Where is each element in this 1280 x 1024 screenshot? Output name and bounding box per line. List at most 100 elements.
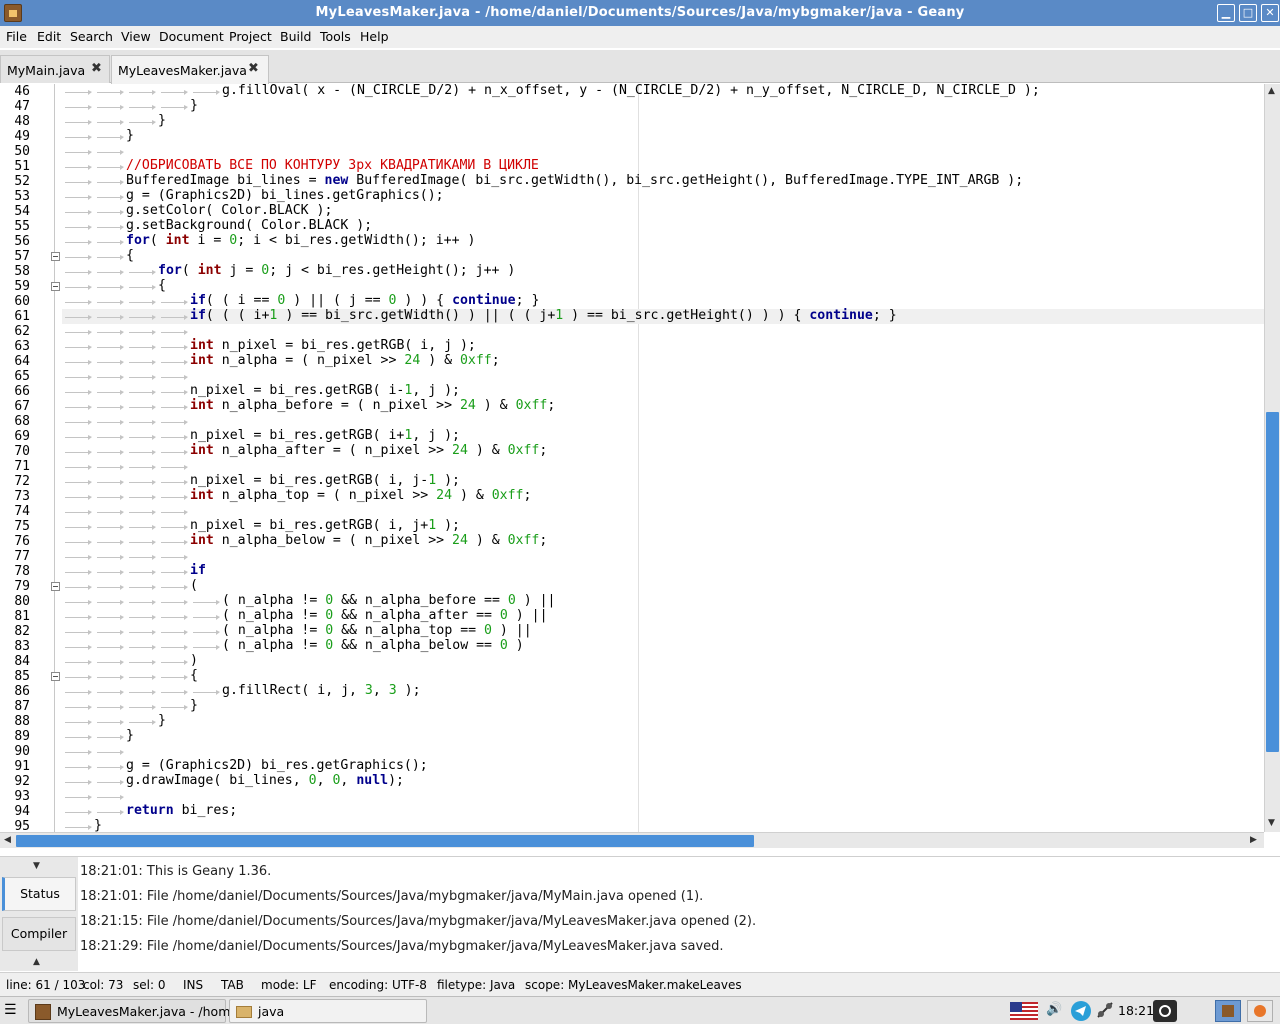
menu-list-icon[interactable]: ☰: [4, 1002, 17, 1018]
code-line[interactable]: if: [190, 563, 206, 578]
code-line[interactable]: if( ( ( i+1 ) == bi_src.getWidth() ) || …: [190, 308, 897, 323]
code-line[interactable]: g = (Graphics2D) bi_lines.getGraphics();: [126, 188, 444, 203]
horizontal-scrollbar[interactable]: ◀ ▶: [0, 832, 1264, 848]
scroll-down-arrow-icon[interactable]: ▼: [1268, 818, 1275, 828]
line-number: 71: [14, 459, 30, 474]
tab-compiler[interactable]: Compiler: [2, 917, 76, 951]
code-line[interactable]: }: [94, 818, 102, 832]
code-line[interactable]: }: [158, 113, 166, 128]
menu-view[interactable]: View: [121, 29, 151, 44]
code-line[interactable]: g.setColor( Color.BLACK );: [126, 203, 332, 218]
volume-icon[interactable]: 🔊: [1046, 1002, 1062, 1017]
code-line[interactable]: n_pixel = bi_res.getRGB( i+1, j );: [190, 428, 460, 443]
code-line[interactable]: g.fillRect( i, j, 3, 3 );: [222, 683, 421, 698]
fold-toggle-icon[interactable]: [51, 672, 60, 681]
code-line[interactable]: int n_alpha_after = ( n_pixel >> 24 ) & …: [190, 443, 547, 458]
code-line[interactable]: {: [190, 668, 198, 683]
menu-file[interactable]: File: [6, 29, 27, 44]
fold-toggle-icon[interactable]: [51, 282, 60, 291]
line-number: 92: [14, 774, 30, 789]
status-message[interactable]: 18:21:29: File /home/daniel/Documents/So…: [80, 939, 724, 954]
menu-build[interactable]: Build: [280, 29, 311, 44]
menu-edit[interactable]: Edit: [37, 29, 61, 44]
menu-tools[interactable]: Tools: [320, 29, 351, 44]
scroll-right-arrow-icon[interactable]: ▶: [1250, 835, 1257, 845]
fold-toggle-icon[interactable]: [51, 582, 60, 591]
fold-toggle-icon[interactable]: [51, 252, 60, 261]
tabs-scroll-up-icon[interactable]: ▼: [33, 861, 40, 871]
clock[interactable]: 18:21: [1118, 1003, 1154, 1018]
code-line[interactable]: if( ( i == 0 ) || ( j == 0 ) ) { continu…: [190, 293, 539, 308]
tab-whitespace-marker: [97, 420, 124, 425]
tabs-scroll-down-icon[interactable]: ▲: [33, 957, 40, 967]
screenshot-tool-icon[interactable]: [1153, 1000, 1177, 1022]
desktop-switch-firefox-icon[interactable]: [1247, 1000, 1273, 1022]
code-line[interactable]: n_pixel = bi_res.getRGB( i, j-1 );: [190, 473, 460, 488]
tab-whitespace-marker: [129, 330, 156, 335]
minimize-button[interactable]: ▁: [1217, 4, 1235, 22]
tab-close-icon[interactable]: ✖: [248, 61, 259, 76]
code-line[interactable]: //ОБРИСОВАТЬ ВСЕ ПО КОНТУРУ 3px КВАДРАТИ…: [126, 158, 539, 173]
menu-search[interactable]: Search: [70, 29, 113, 44]
close-window-button[interactable]: ✕: [1261, 4, 1279, 22]
code-line[interactable]: g.setBackground( Color.BLACK );: [126, 218, 372, 233]
tab-mymain-java[interactable]: MyMain.java ✖: [0, 55, 110, 83]
code-line[interactable]: ( n_alpha != 0 && n_alpha_top == 0 ) ||: [222, 623, 532, 638]
code-line[interactable]: ( n_alpha != 0 && n_alpha_after == 0 ) |…: [222, 608, 548, 623]
telegram-icon[interactable]: [1070, 1000, 1092, 1022]
menu-help[interactable]: Help: [360, 29, 389, 44]
code-line[interactable]: }: [126, 728, 134, 743]
code-line[interactable]: int n_alpha = ( n_pixel >> 24 ) & 0xff;: [190, 353, 500, 368]
line-number: 66: [14, 384, 30, 399]
vertical-scroll-thumb[interactable]: [1266, 412, 1279, 752]
code-line[interactable]: n_pixel = bi_res.getRGB( i, j+1 );: [190, 518, 460, 533]
code-line[interactable]: return bi_res;: [126, 803, 237, 818]
code-line[interactable]: for( int i = 0; i < bi_res.getWidth(); i…: [126, 233, 475, 248]
scroll-up-arrow-icon[interactable]: ▲: [1268, 86, 1275, 96]
status-message[interactable]: 18:21:01: File /home/daniel/Documents/So…: [80, 889, 703, 904]
status-encoding: encoding: UTF-8: [329, 978, 427, 992]
code-line[interactable]: int n_alpha_before = ( n_pixel >> 24 ) &…: [190, 398, 555, 413]
menu-document[interactable]: Document: [159, 29, 224, 44]
code-line[interactable]: g = (Graphics2D) bi_res.getGraphics();: [126, 758, 428, 773]
status-message[interactable]: 18:21:01: This is Geany 1.36.: [80, 864, 271, 879]
tab-myleavesmaker-java[interactable]: MyLeavesMaker.java ✖: [111, 55, 269, 84]
code-line[interactable]: }: [126, 128, 134, 143]
code-line[interactable]: BufferedImage bi_lines = new BufferedIma…: [126, 173, 1023, 188]
code-line[interactable]: g.fillOval( x - (N_CIRCLE_D/2) + n_x_off…: [222, 84, 1040, 98]
code-line[interactable]: int n_alpha_top = ( n_pixel >> 24 ) & 0x…: [190, 488, 531, 503]
code-line[interactable]: }: [190, 698, 198, 713]
us-flag-icon[interactable]: [1010, 1002, 1038, 1022]
desktop-switch-geany-icon[interactable]: [1215, 1000, 1241, 1022]
code-line[interactable]: (: [190, 578, 198, 593]
code-line[interactable]: ( n_alpha != 0 && n_alpha_below == 0 ): [222, 638, 524, 653]
taskbar-item-folder[interactable]: java: [229, 999, 427, 1023]
network-icon[interactable]: [1095, 1000, 1115, 1020]
code-line[interactable]: for( int j = 0; j < bi_res.getHeight(); …: [158, 263, 515, 278]
line-number: 65: [14, 369, 30, 384]
tab-close-icon[interactable]: ✖: [91, 61, 102, 76]
tab-whitespace-marker: [129, 450, 156, 455]
scroll-left-arrow-icon[interactable]: ◀: [4, 835, 11, 845]
tab-status[interactable]: Status: [2, 877, 76, 911]
code-line[interactable]: {: [158, 278, 166, 293]
maximize-button[interactable]: □: [1239, 4, 1257, 22]
status-message[interactable]: 18:21:15: File /home/daniel/Documents/So…: [80, 914, 756, 929]
code-line[interactable]: }: [190, 98, 198, 113]
code-editor[interactable]: 46 g.fillOval( x - (N_CIRCLE_D/2) + n_x_o…: [0, 84, 1264, 832]
tab-whitespace-marker: [65, 630, 92, 635]
vertical-scrollbar[interactable]: ▲ ▼: [1264, 84, 1280, 832]
code-line[interactable]: }: [158, 713, 166, 728]
taskbar-item-geany[interactable]: MyLeavesMaker.java - /hom...: [28, 999, 242, 1023]
menu-project[interactable]: Project: [229, 29, 272, 44]
code-line[interactable]: ): [190, 653, 198, 668]
code-line[interactable]: g.drawImage( bi_lines, 0, 0, null);: [126, 773, 404, 788]
code-line[interactable]: n_pixel = bi_res.getRGB( i-1, j );: [190, 383, 460, 398]
code-line[interactable]: int n_alpha_below = ( n_pixel >> 24 ) & …: [190, 533, 547, 548]
line-number: 68: [14, 414, 30, 429]
code-line[interactable]: int n_pixel = bi_res.getRGB( i, j );: [190, 338, 476, 353]
tab-whitespace-marker: [161, 435, 188, 440]
code-line[interactable]: {: [126, 248, 134, 263]
code-line[interactable]: ( n_alpha != 0 && n_alpha_before == 0 ) …: [222, 593, 556, 608]
horizontal-scroll-thumb[interactable]: [16, 835, 754, 847]
